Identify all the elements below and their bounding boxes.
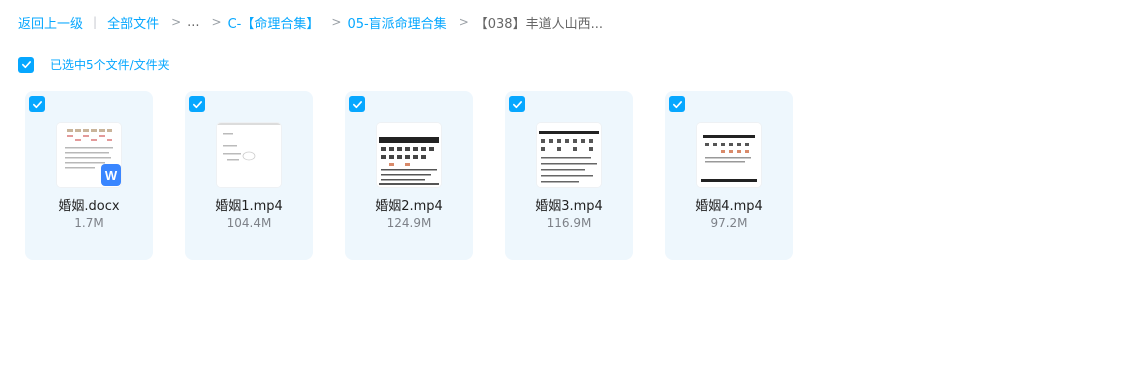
back-link[interactable]: 返回上一级 [18,13,83,32]
breadcrumb-ellipsis[interactable]: ... [187,15,199,30]
select-all-row: 已选中5个文件/文件夹 [18,56,170,73]
breadcrumb-folder-2[interactable]: 05-盲派命理合集 [347,13,446,32]
breadcrumb: 返回上一级 | 全部文件 > ... > C-【命理合集】 > 05-盲派命理合… [18,12,603,32]
file-card[interactable]: 婚姻1.mp4 104.4M [185,91,313,260]
file-size: 1.7M [74,216,104,230]
video-preview-icon [217,123,281,187]
video-thumbnail [537,123,601,187]
chevron-right-icon: > [211,15,222,29]
breadcrumb-divider: | [93,15,98,29]
file-checkbox[interactable] [669,96,685,112]
file-size: 124.9M [386,216,432,230]
file-checkbox[interactable] [29,96,45,112]
check-icon [32,100,42,108]
file-card[interactable]: 婚姻2.mp4 124.9M [345,91,473,260]
file-card[interactable]: 婚姻4.mp4 97.2M [665,91,793,260]
file-size: 104.4M [226,216,272,230]
video-thumbnail [217,123,281,187]
file-checkbox[interactable] [509,96,525,112]
word-doc-icon: W [101,164,121,186]
select-all-checkbox[interactable] [18,56,34,73]
file-checkbox[interactable] [349,96,365,112]
video-preview-icon [697,123,761,187]
check-icon [352,100,362,108]
video-thumbnail [377,123,441,187]
file-name[interactable]: 婚姻3.mp4 [505,195,633,214]
all-files-link[interactable]: 全部文件 [107,13,159,32]
chevron-right-icon: > [331,15,342,29]
file-name[interactable]: 婚姻.docx [25,195,153,214]
chevron-right-icon: > [171,15,182,29]
file-name[interactable]: 婚姻2.mp4 [345,195,473,214]
file-checkbox[interactable] [189,96,205,112]
file-card[interactable]: 婚姻3.mp4 116.9M [505,91,633,260]
check-icon [192,100,202,108]
breadcrumb-current: 【038】丰道人山西... [474,16,603,32]
check-icon [672,100,682,108]
file-size: 97.2M [710,216,748,230]
video-preview-icon [377,123,441,187]
file-size: 116.9M [546,216,592,230]
selection-count: 已选中5个文件/文件夹 [50,58,170,72]
file-card[interactable]: W 婚姻.docx 1.7M [25,91,153,260]
video-thumbnail [697,123,761,187]
chevron-right-icon: > [458,15,469,29]
check-icon [21,61,31,69]
check-icon [512,100,522,108]
breadcrumb-folder-1[interactable]: C-【命理合集】 [228,13,320,32]
file-name[interactable]: 婚姻4.mp4 [665,195,793,214]
video-preview-icon [537,123,601,187]
file-name[interactable]: 婚姻1.mp4 [185,195,313,214]
